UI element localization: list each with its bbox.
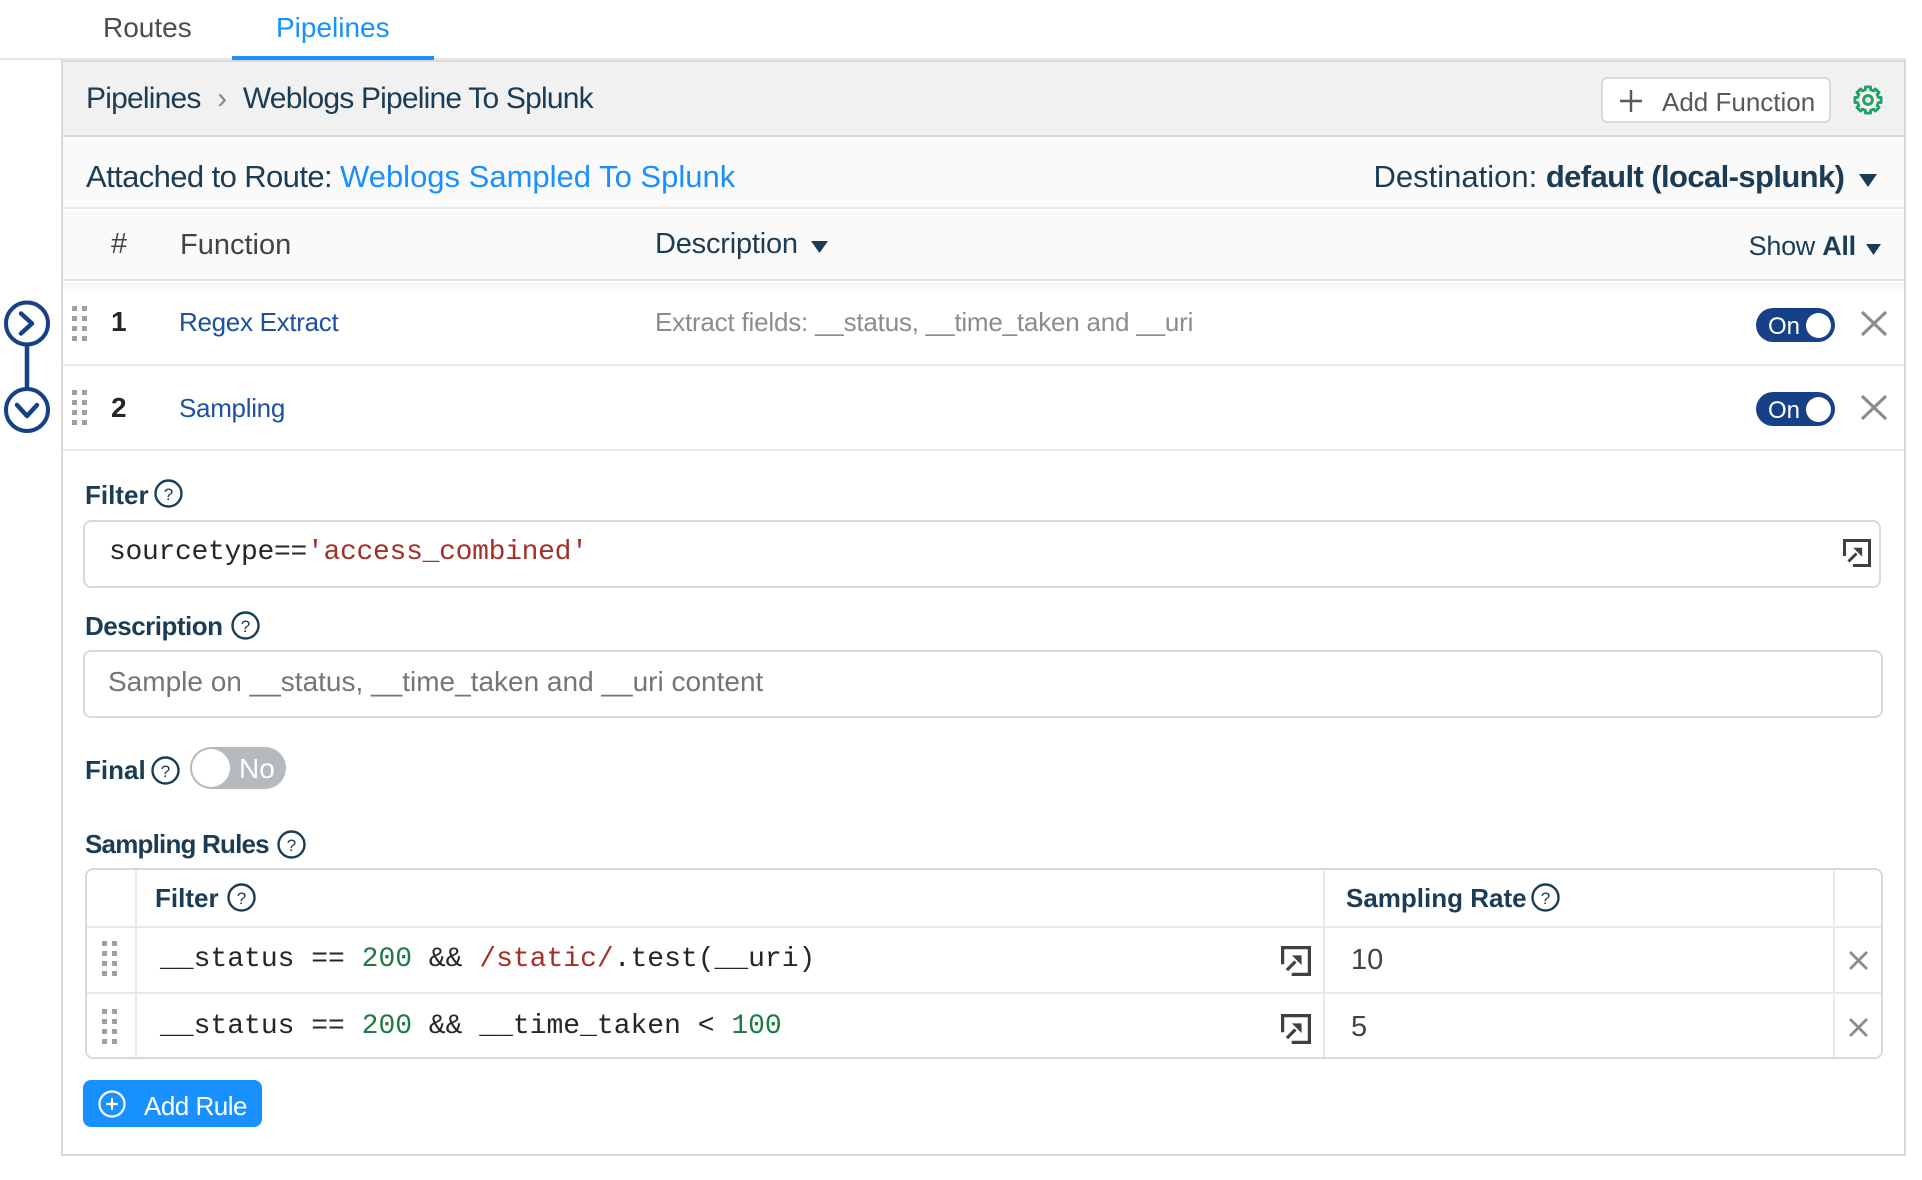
- svg-text:?: ?: [241, 617, 250, 636]
- svg-text:?: ?: [287, 836, 296, 855]
- svg-text:?: ?: [1541, 889, 1550, 908]
- svg-text:?: ?: [161, 762, 170, 781]
- svg-text:?: ?: [237, 889, 246, 908]
- svg-text:?: ?: [164, 485, 173, 504]
